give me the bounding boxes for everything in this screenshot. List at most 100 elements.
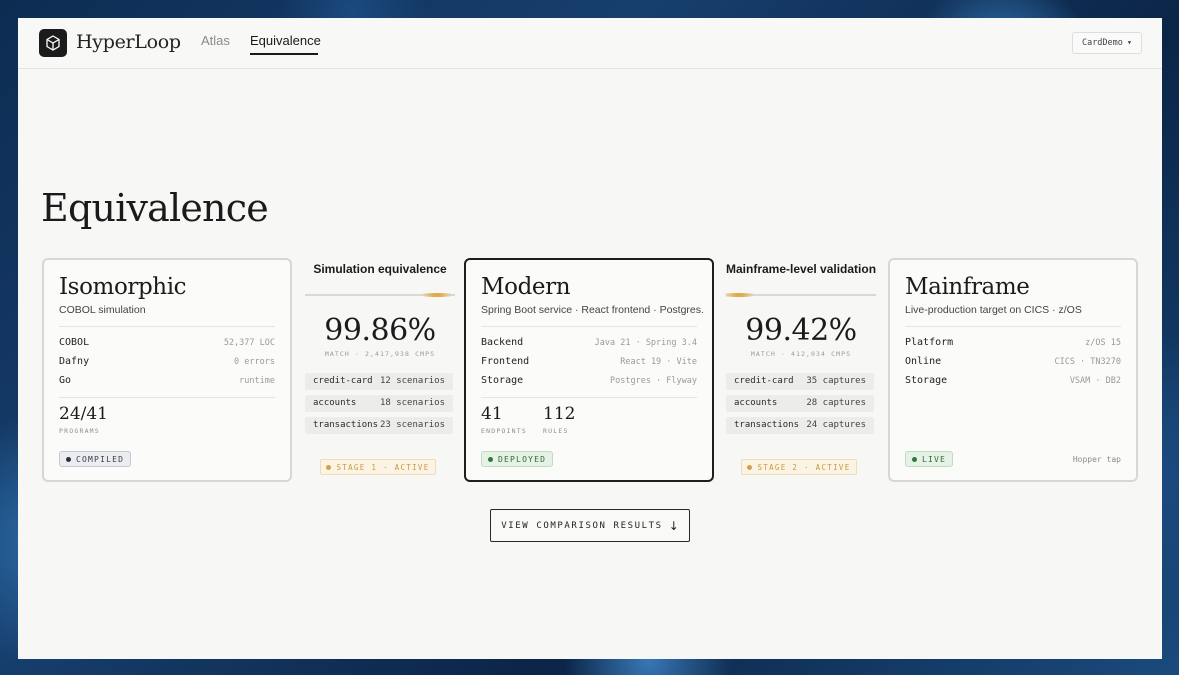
status-badge: DEPLOYED [481,451,554,467]
rules-count: 112 [543,404,576,424]
spec-value: CICS · TN3270 [1054,357,1121,367]
stage-label: STAGE 2 · ACTIVE [757,462,851,472]
mainframe-card[interactable]: Mainframe Live-production target on CICS… [888,258,1138,482]
top-bar: HyperLoop Atlas Equivalence CardDemo ▾ [18,18,1162,69]
status-badge: COMPILED [59,451,132,467]
spec-key: Go [59,375,72,386]
status-dot-icon [488,456,493,462]
progress-pulse [724,293,754,297]
card-subtitle: Spring Boot service · React frontend · P… [481,304,704,316]
spec-row: Platform z/OS 15 [905,337,1121,351]
nav-atlas[interactable]: Atlas [201,33,230,48]
scenario-row[interactable]: transactions 23 scenarios [305,417,453,434]
spec-row: Storage Postgres · Flyway [481,375,697,389]
spec-key: Frontend [481,356,530,367]
match-subtitle: MATCH · 2,417,938 CMPS [324,350,436,358]
programs-count: 24/41 [59,404,108,424]
capture-row[interactable]: credit-card 35 captures [726,373,874,390]
divider [59,397,275,398]
stage-label: STAGE 1 · ACTIVE [336,462,430,472]
capture-key: credit-card [734,376,794,386]
divider [481,397,697,398]
card-title: Isomorphic [59,274,187,300]
spec-value: VSAM · DB2 [1069,376,1121,386]
active-nav-indicator [250,53,318,55]
stage-badge: STAGE 2 · ACTIVE [741,459,857,475]
spec-value: runtime [239,376,275,386]
status-badge-label: DEPLOYED [498,454,547,464]
spec-row: Storage VSAM · DB2 [905,375,1121,389]
spec-value: z/OS 15 [1085,338,1121,348]
scenario-value: 18 scenarios [379,398,445,408]
spec-row: Dafny 0 errors [59,356,275,370]
spec-value: 52,377 LOC [223,338,275,348]
scenario-row[interactable]: credit-card 12 scenarios [305,373,453,390]
view-comparison-results-button[interactable]: VIEW COMPARISON RESULTS ↓ [490,509,690,542]
isomorphic-card[interactable]: Isomorphic COBOL simulation COBOL 52,377… [42,258,292,482]
capture-key: transactions [734,420,800,430]
stage-dot-icon [747,464,753,470]
spec-row: Backend Java 21 · Spring 3.4 [481,337,697,351]
stage-dot-icon [326,464,332,470]
spec-key: Dafny [59,356,90,367]
match-percent: 99.42% [745,313,857,348]
spec-row: Go runtime [59,375,275,389]
card-subtitle: COBOL simulation [59,304,146,316]
spec-key: Storage [481,375,524,386]
arrow-down-icon: ↓ [668,518,679,533]
page-title: Equivalence [41,186,269,230]
status-badge: LIVE [905,451,954,467]
spec-row: COBOL 52,377 LOC [59,337,275,351]
spec-key: Online [905,356,942,367]
divider [59,326,275,327]
status-dot-icon [66,456,71,462]
capture-key: accounts [734,398,778,408]
project-select[interactable]: CardDemo ▾ [1072,32,1142,54]
status-dot-icon [912,456,917,462]
capture-row[interactable]: transactions 24 captures [726,417,874,434]
cta-label: VIEW COMPARISON RESULTS [501,520,663,531]
simulation-equivalence-panel: Simulation equivalence 99.86% MATCH · 2,… [305,258,455,482]
match-percent: 99.86% [324,313,436,348]
capture-value: 24 captures [806,420,866,430]
modern-card[interactable]: Modern Spring Boot service · React front… [464,258,714,482]
mainframe-validation-panel: Mainframe-level validation 99.42% MATCH … [724,258,877,482]
spec-key: Storage [905,375,948,386]
brand-name[interactable]: HyperLoop [76,31,181,53]
capture-value: 28 captures [806,398,866,408]
status-badge-label: LIVE [922,454,947,464]
spec-key: Platform [905,337,954,348]
app-window: HyperLoop Atlas Equivalence CardDemo ▾ E… [18,18,1162,659]
capture-row[interactable]: accounts 28 captures [726,395,874,412]
status-badge-label: COMPILED [76,454,125,464]
bridge-title: Mainframe-level validation [726,262,877,276]
rules-label: RULES [543,427,569,435]
scenario-key: credit-card [313,376,373,386]
spec-key: COBOL [59,337,90,348]
scenario-value: 23 scenarios [379,420,445,430]
spec-value: Java 21 · Spring 3.4 [594,338,697,348]
progress-pulse [422,293,452,297]
spec-value: 0 errors [234,357,275,367]
divider [481,326,697,327]
spec-value: React 19 · Vite [620,357,697,367]
match-subtitle: MATCH · 412,034 CMPS [750,350,852,358]
hyperloop-logo-icon[interactable] [39,29,67,57]
programs-label: PROGRAMS [59,427,100,435]
card-subtitle: Live-production target on CICS · z/OS [905,304,1082,316]
endpoints-count: 41 [481,404,503,424]
spec-key: Backend [481,337,524,348]
chevron-down-icon: ▾ [1126,38,1133,48]
bridge-title: Simulation equivalence [313,262,447,276]
spec-row: Frontend React 19 · Vite [481,356,697,370]
card-title: Modern [481,274,571,300]
stage-badge: STAGE 1 · ACTIVE [320,459,436,475]
scenario-key: accounts [313,398,357,408]
scenario-row[interactable]: accounts 18 scenarios [305,395,453,412]
divider [905,326,1121,327]
nav-equivalence[interactable]: Equivalence [250,33,321,48]
scenario-key: transactions [313,420,379,430]
hopper-tap-note: Hopper tap [1072,455,1121,464]
spec-value: Postgres · Flyway [610,376,697,386]
endpoints-label: ENDPOINTS [481,427,528,435]
